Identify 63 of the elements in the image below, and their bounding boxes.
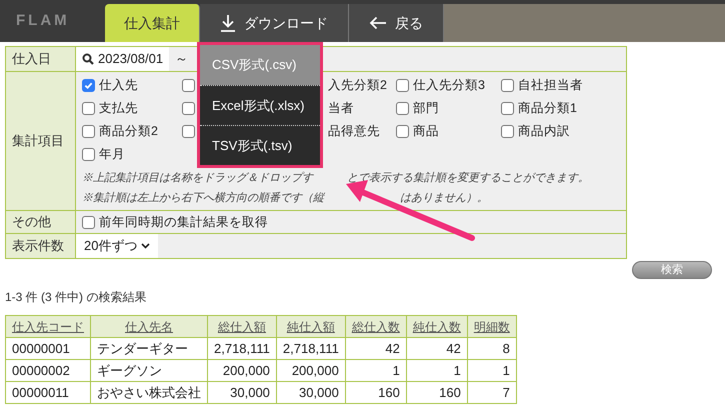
checkbox[interactable] bbox=[396, 78, 409, 92]
nav-tab[interactable]: 戻る bbox=[349, 4, 444, 42]
download-icon bbox=[220, 14, 236, 32]
table-cell: 00000002 bbox=[6, 360, 90, 382]
back-arrow-icon bbox=[369, 16, 387, 30]
table-cell: 00000001 bbox=[6, 338, 90, 360]
option-label: 商品内訳 bbox=[518, 122, 570, 140]
option-label: 当者 bbox=[328, 100, 354, 117]
nav-tab[interactable]: 仕入集計 bbox=[105, 4, 200, 42]
option-label: 仕入先分類3 bbox=[413, 76, 485, 94]
field-label: 表示件数 bbox=[12, 238, 64, 254]
checkbox[interactable] bbox=[501, 124, 514, 138]
table-cell: 200,000 bbox=[208, 360, 276, 382]
table-cell: テンダーギター bbox=[90, 338, 208, 360]
option-label: 商品 bbox=[413, 122, 439, 140]
table-cell: おやさい株式会社 bbox=[90, 382, 208, 404]
option-label: 部門 bbox=[413, 100, 439, 117]
table-cell: 1 bbox=[406, 360, 468, 382]
table-cell: 00000011 bbox=[6, 382, 90, 404]
note-text: ※上記集計項目は名称をドラッグ＆ドロップす bbox=[82, 170, 313, 186]
checkbox[interactable] bbox=[82, 148, 95, 160]
field-label: 集計項目 bbox=[12, 133, 64, 148]
nav-tab[interactable]: ダウンロード bbox=[200, 4, 349, 42]
field-label: 仕入日 bbox=[12, 51, 51, 66]
checkbox[interactable] bbox=[82, 102, 95, 114]
field-label: その他 bbox=[12, 214, 51, 230]
table-cell: 1 bbox=[467, 360, 516, 382]
logo: FLAM bbox=[16, 10, 70, 31]
results-summary: 1-3 件 (3 件中) の検索結果 bbox=[5, 290, 146, 304]
option-label: 自社担当者 bbox=[518, 76, 583, 94]
note-text: はありません）。 bbox=[400, 190, 488, 206]
checkbox[interactable] bbox=[182, 78, 195, 92]
checkbox[interactable] bbox=[182, 102, 195, 114]
table-cell: 8 bbox=[467, 338, 516, 360]
table-cell: 42 bbox=[345, 338, 406, 360]
checkbox[interactable] bbox=[82, 216, 95, 228]
checkbox[interactable] bbox=[396, 102, 409, 114]
table-cell: 30,000 bbox=[276, 382, 346, 404]
table-cell: 160 bbox=[406, 382, 468, 404]
table-cell: 7 bbox=[467, 382, 516, 404]
checkbox[interactable] bbox=[82, 78, 95, 92]
table-cell: ギーグソン bbox=[90, 360, 208, 382]
option-label: 入先分類2 bbox=[328, 76, 387, 94]
option-label: 商品分類1 bbox=[518, 100, 577, 117]
option-label: 商品分類2 bbox=[99, 122, 158, 140]
table-cell: 1 bbox=[345, 360, 406, 382]
checkbox[interactable] bbox=[396, 124, 409, 138]
table-cell: 42 bbox=[406, 338, 468, 360]
option-label: 仕入先 bbox=[99, 76, 138, 94]
table-cell: 2,718,111 bbox=[276, 338, 346, 360]
option-label: 支払先 bbox=[99, 100, 138, 117]
table-cell: 200,000 bbox=[276, 360, 346, 382]
checkbox[interactable] bbox=[501, 78, 514, 92]
option-label: 品得意先 bbox=[328, 122, 380, 140]
checkbox[interactable] bbox=[501, 102, 514, 114]
option-label: 前年同時期の集計結果を取得 bbox=[99, 214, 268, 231]
checkbox[interactable] bbox=[182, 124, 195, 138]
note-text: ※集計順は左上から右下へ横方向の順番です（縦 bbox=[82, 190, 324, 206]
option-label: 年月 bbox=[99, 146, 125, 163]
checkbox[interactable] bbox=[82, 124, 95, 138]
table-cell: 2,718,111 bbox=[208, 338, 276, 360]
table-cell: 30,000 bbox=[208, 382, 276, 404]
table-cell: 160 bbox=[345, 382, 406, 404]
